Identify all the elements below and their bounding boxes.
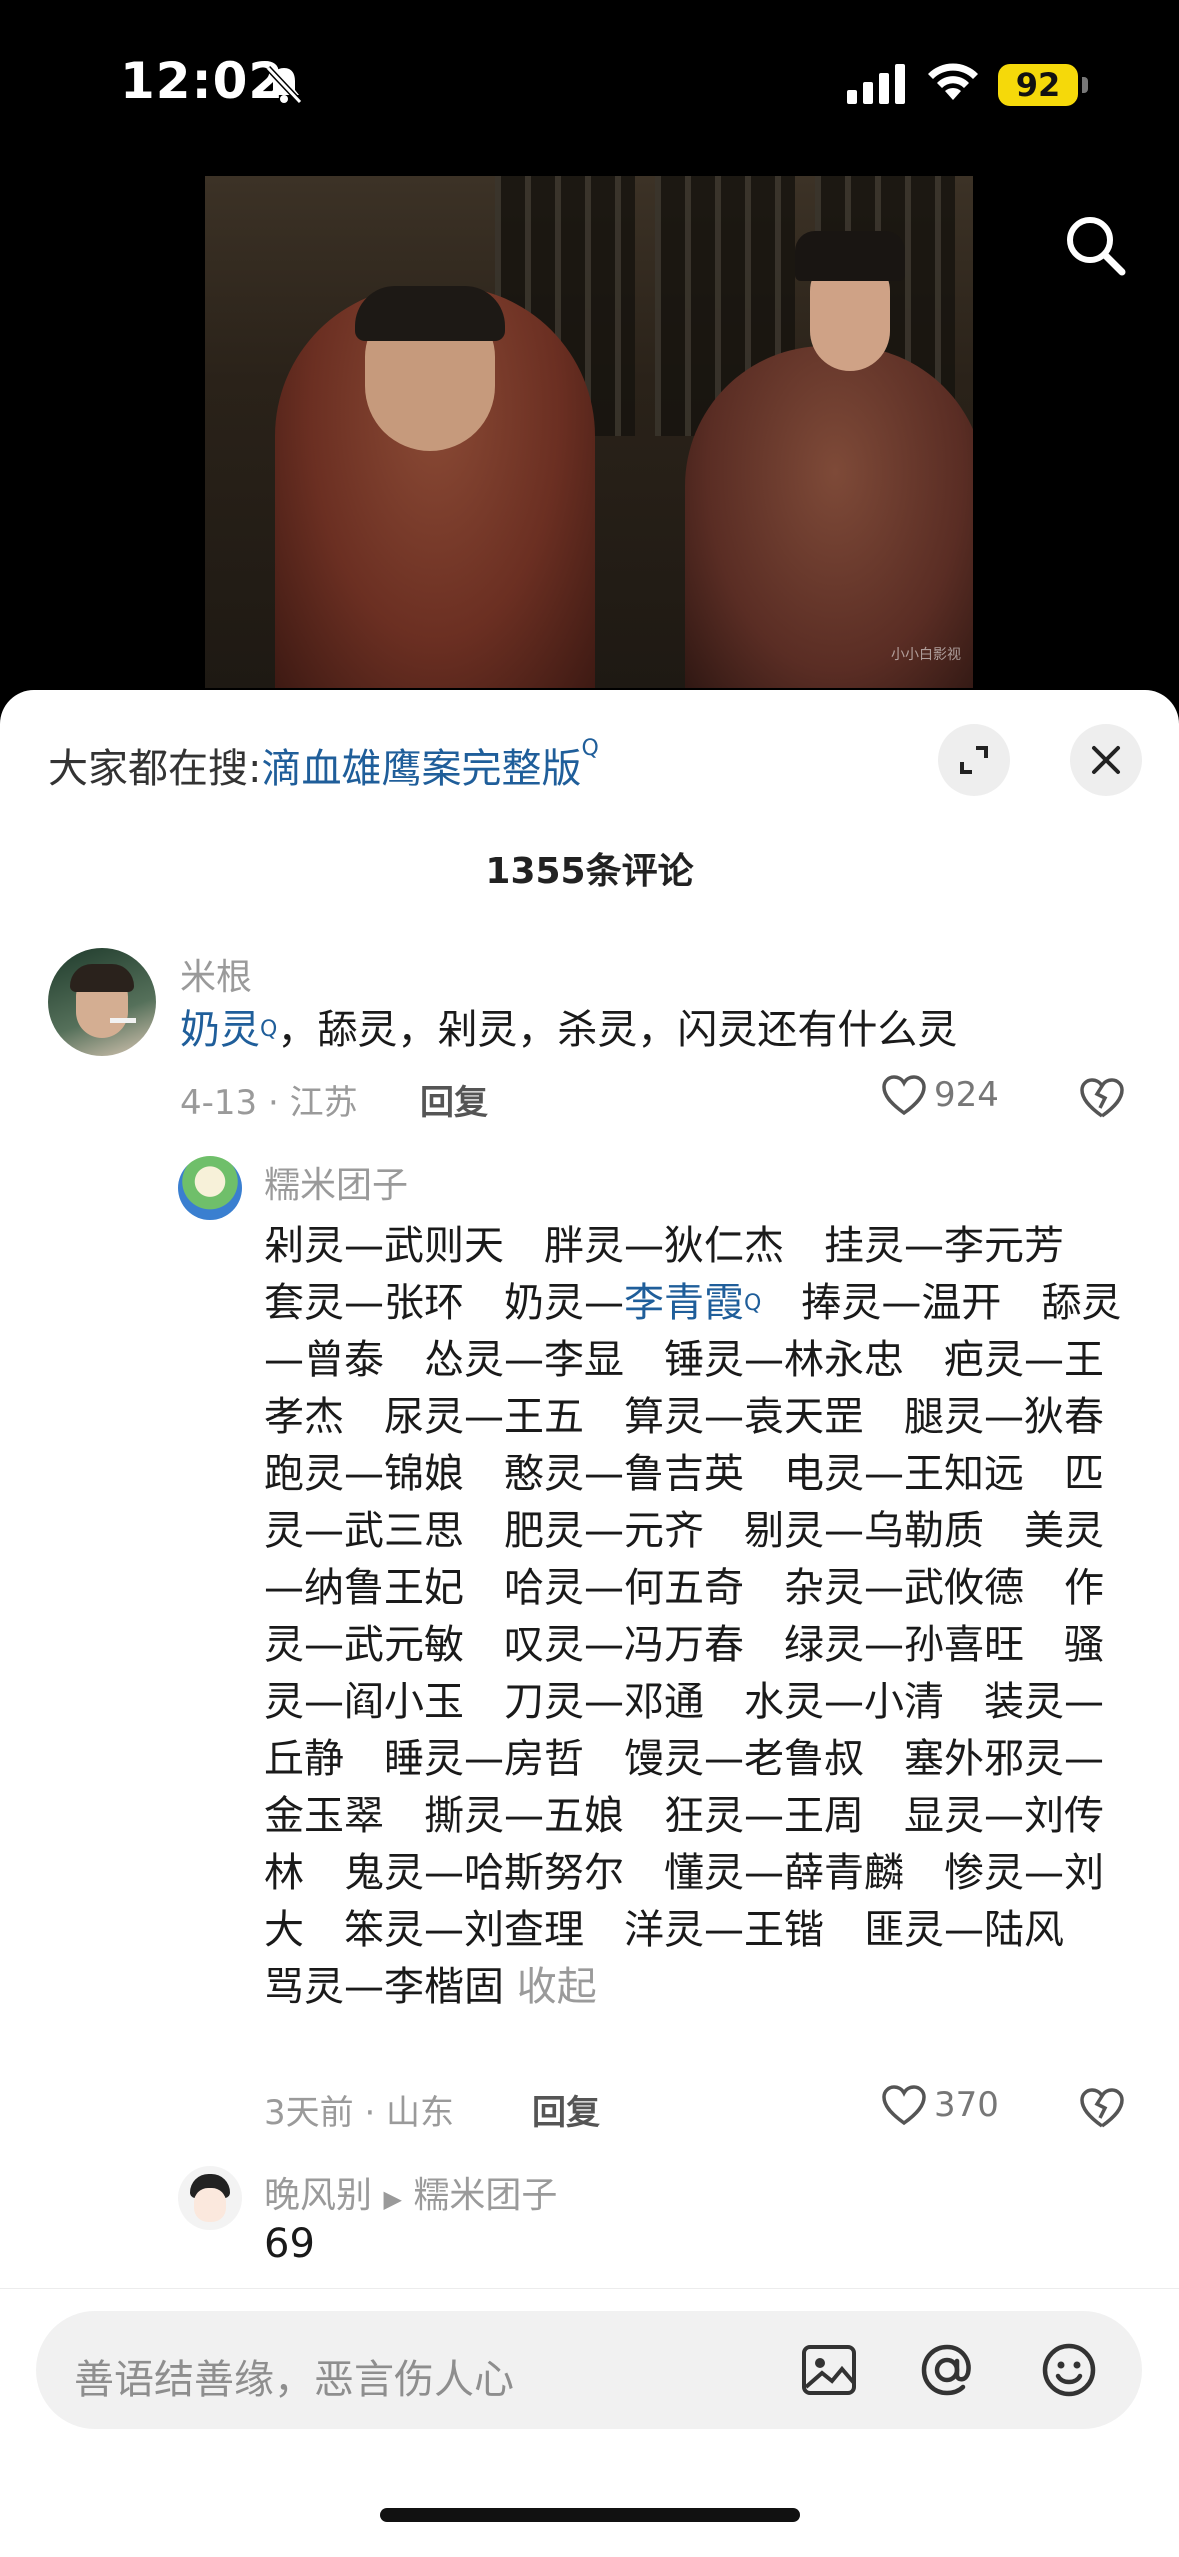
reply-button[interactable]: 回复 bbox=[420, 1075, 488, 1124]
close-icon bbox=[1092, 746, 1120, 774]
comment-text-rest: ，舔灵，剁灵，杀灵，闪灵还有什么灵 bbox=[277, 1007, 958, 1053]
search-icon[interactable] bbox=[1060, 210, 1130, 280]
hot-search-banner[interactable]: 大家都在搜:滴血雄鹰案完整版Q bbox=[48, 736, 599, 794]
at-mention-icon[interactable] bbox=[916, 2339, 978, 2401]
heart-icon bbox=[882, 1075, 926, 1116]
avatar[interactable] bbox=[48, 948, 156, 1056]
comment-input[interactable]: 善语结善缘，恶言伤人心 bbox=[36, 2311, 1142, 2429]
search-small-icon: Q bbox=[581, 736, 599, 761]
emoji-icon[interactable] bbox=[1038, 2339, 1100, 2401]
comment-text: 69 bbox=[264, 2221, 315, 2267]
comment-count: 1355条评论 bbox=[485, 851, 694, 892]
like-button[interactable]: 370 bbox=[880, 2083, 999, 2127]
comment-text-part: 捧灵—温开 舔灵—曾泰 怂灵—李显 锤灵—林永忠 疤灵—王孝杰 尿灵—王五 算灵… bbox=[264, 1280, 1144, 2010]
image-icon[interactable] bbox=[798, 2339, 860, 2401]
video-player[interactable]: 小小白影视 bbox=[205, 176, 973, 688]
avatar[interactable] bbox=[178, 1156, 242, 1220]
comment-text: 奶灵Q，舔灵，剁灵，杀灵，闪灵还有什么灵 bbox=[180, 1002, 957, 1058]
comment-text: 剁灵—武则天 胖灵—狄仁杰 挂灵—李元芳 套灵—张环 奶灵—李青霞Q 捧灵—温开… bbox=[264, 1218, 1144, 2016]
broken-heart-icon[interactable] bbox=[1078, 1076, 1126, 1120]
comment-search-link[interactable]: 奶灵 bbox=[180, 1007, 260, 1053]
search-small-icon: Q bbox=[260, 1017, 278, 1042]
reply-button[interactable]: 回复 bbox=[532, 2085, 600, 2134]
comment-search-link[interactable]: 李青霞 bbox=[624, 1280, 744, 1326]
expand-button[interactable] bbox=[938, 724, 1010, 796]
battery-indicator: 92 bbox=[998, 64, 1088, 106]
collapse-button[interactable]: 收起 bbox=[517, 1964, 597, 2010]
avatar-face bbox=[194, 2188, 226, 2222]
comment-username[interactable]: 米根 bbox=[180, 948, 252, 1000]
expand-icon bbox=[960, 746, 988, 774]
video-hat-right bbox=[795, 231, 905, 281]
reply-arrow-icon: ▶ bbox=[383, 2185, 402, 2213]
like-count: 370 bbox=[934, 2085, 999, 2125]
video-watermark: 小小白影视 bbox=[891, 647, 961, 663]
like-button[interactable]: 924 bbox=[880, 1073, 999, 1117]
hot-search-keyword[interactable]: 滴血雄鹰案完整版 bbox=[261, 746, 581, 792]
hot-search-prefix: 大家都在搜: bbox=[48, 746, 262, 792]
search-small-icon: Q bbox=[744, 1291, 762, 1316]
avatar[interactable] bbox=[178, 2166, 242, 2230]
heart-icon bbox=[882, 2085, 926, 2126]
status-bar: 12:02 92 bbox=[0, 0, 1179, 170]
comment-username[interactable]: 晚风别 bbox=[264, 2175, 372, 2216]
video-figure-right bbox=[685, 346, 973, 688]
comment-meta: 3天前 · 山东 bbox=[264, 2093, 455, 2133]
cellular-signal-icon bbox=[847, 64, 905, 104]
broken-heart-icon[interactable] bbox=[1078, 2086, 1126, 2130]
home-indicator[interactable] bbox=[380, 2508, 800, 2522]
comments-sheet: 大家都在搜:滴血雄鹰案完整版Q 1355条评论 米根 奶灵Q，舔灵，剁灵，杀灵，… bbox=[0, 690, 1179, 2557]
comment-meta: 4-13 · 江苏 bbox=[180, 1083, 358, 1123]
comment-input-placeholder: 善语结善缘，恶言伤人心 bbox=[74, 2357, 514, 2403]
comment-username[interactable]: 糯米团子 bbox=[264, 1156, 408, 1208]
avatar-hair bbox=[70, 964, 134, 992]
close-button[interactable] bbox=[1070, 724, 1142, 796]
video-hat-left bbox=[355, 286, 505, 341]
reply-header: 晚风别 ▶ 糯米团子 bbox=[264, 2166, 557, 2218]
status-time: 12:02 bbox=[120, 52, 285, 110]
avatar-detail bbox=[110, 1018, 136, 1023]
like-count: 924 bbox=[934, 1075, 999, 1115]
wifi-icon bbox=[928, 63, 978, 100]
reply-to-username[interactable]: 糯米团子 bbox=[413, 2175, 557, 2216]
bell-muted-icon bbox=[265, 65, 303, 105]
